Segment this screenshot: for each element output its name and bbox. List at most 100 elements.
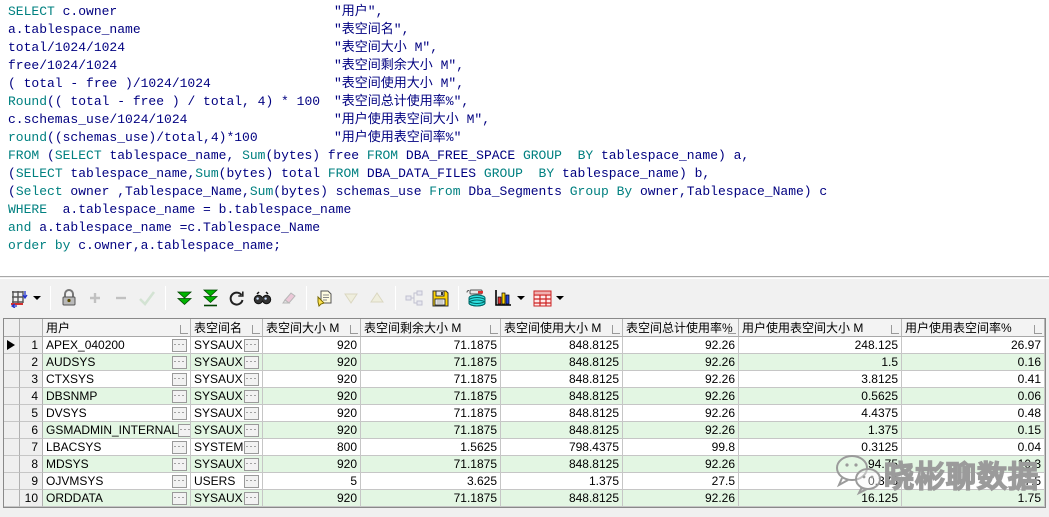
grid-cell[interactable]: 92.26 xyxy=(623,354,739,371)
sort-desc-button[interactable] xyxy=(339,286,363,310)
grid-customize-dropdown-caret-icon[interactable] xyxy=(33,296,41,300)
row-selector-cell[interactable] xyxy=(4,439,20,456)
grid-cell[interactable]: 920 xyxy=(263,354,361,371)
grid-cell[interactable]: 920 xyxy=(263,456,361,473)
column-header[interactable]: 表空间名 xyxy=(191,319,263,337)
grid-cell[interactable]: ORDDATA··· xyxy=(43,490,191,507)
column-resize-grip[interactable] xyxy=(891,325,899,334)
grid-cell[interactable]: 1.375 xyxy=(501,473,623,490)
grid-cell[interactable]: 5 xyxy=(263,473,361,490)
cell-ellipsis-button[interactable]: ··· xyxy=(172,492,187,505)
grid-cell[interactable]: 848.8125 xyxy=(501,337,623,354)
grid-cell[interactable]: SYSAUX··· xyxy=(191,388,263,405)
grid-cell[interactable]: 1.5 xyxy=(739,354,902,371)
grid-cell[interactable]: 248.125 xyxy=(739,337,902,354)
grid-cell[interactable]: 92.26 xyxy=(623,405,739,422)
column-header[interactable]: 用户 xyxy=(43,319,191,337)
grid-cell[interactable]: CTXSYS··· xyxy=(43,371,191,388)
grid-cell[interactable]: 848.8125 xyxy=(501,388,623,405)
grid-cell[interactable]: 920 xyxy=(263,371,361,388)
grid-cell[interactable]: APEX_040200··· xyxy=(43,337,191,354)
refresh-button[interactable] xyxy=(224,286,248,310)
row-selector-cell[interactable] xyxy=(4,337,20,354)
grid-cell[interactable]: 4.4375 xyxy=(739,405,902,422)
cell-ellipsis-button[interactable]: ··· xyxy=(172,458,187,471)
grid-cell[interactable]: 800 xyxy=(263,439,361,456)
grid-cell[interactable]: 920 xyxy=(263,405,361,422)
grid-cell[interactable]: SYSAUX··· xyxy=(191,490,263,507)
delete-record-button[interactable] xyxy=(109,286,133,310)
grid-cell[interactable]: AUDSYS··· xyxy=(43,354,191,371)
grid-cell[interactable]: 3.625 xyxy=(361,473,501,490)
grid-cell[interactable]: 920 xyxy=(263,388,361,405)
red-grid-dropdown-caret-icon[interactable] xyxy=(556,296,564,300)
grid-cell[interactable]: 0.3125 xyxy=(739,439,902,456)
table-row[interactable]: 8MDSYS···SYSAUX···92071.1875848.812592.2… xyxy=(4,456,1045,473)
grid-cell[interactable]: 71.1875 xyxy=(361,405,501,422)
add-record-button[interactable] xyxy=(83,286,107,310)
cell-ellipsis-button[interactable]: ··· xyxy=(172,390,187,403)
grid-cell[interactable]: 0.04 xyxy=(902,439,1045,456)
column-header[interactable]: 用户使用表空间率% xyxy=(902,319,1045,337)
column-resize-grip[interactable] xyxy=(612,325,620,334)
grid-customize-button[interactable] xyxy=(7,286,31,310)
grid-cell[interactable]: 94.75 xyxy=(739,456,902,473)
cell-ellipsis-button[interactable]: ··· xyxy=(178,424,191,437)
cell-ellipsis-button[interactable]: ··· xyxy=(244,339,259,352)
cell-ellipsis-button[interactable]: ··· xyxy=(244,492,259,505)
chart-button[interactable] xyxy=(491,286,515,310)
grid-cell[interactable]: DVSYS··· xyxy=(43,405,191,422)
table-row[interactable]: 9OJVMSYS···USERS···53.6251.37527.50.3757… xyxy=(4,473,1045,490)
grid-cell[interactable]: 26.97 xyxy=(902,337,1045,354)
grid-cell[interactable]: 92.26 xyxy=(623,371,739,388)
grid-cell[interactable]: SYSTEM··· xyxy=(191,439,263,456)
grid-cell[interactable]: 848.8125 xyxy=(501,456,623,473)
column-resize-grip[interactable] xyxy=(1034,325,1042,334)
grid-cell[interactable]: SYSAUX··· xyxy=(191,422,263,439)
table-row[interactable]: 1APEX_040200···SYSAUX···92071.1875848.81… xyxy=(4,337,1045,354)
column-resize-grip[interactable] xyxy=(180,325,188,334)
grid-cell[interactable]: 71.1875 xyxy=(361,371,501,388)
grid-cell[interactable]: GSMADMIN_INTERNAL··· xyxy=(43,422,191,439)
cell-ellipsis-button[interactable]: ··· xyxy=(244,407,259,420)
table-row[interactable]: 6GSMADMIN_INTERNAL···SYSAUX···92071.1875… xyxy=(4,422,1045,439)
column-header[interactable]: 表空间大小 M xyxy=(263,319,361,337)
row-selector-cell[interactable] xyxy=(4,354,20,371)
grid-cell[interactable]: 71.1875 xyxy=(361,456,501,473)
grid-cell[interactable]: 92.26 xyxy=(623,456,739,473)
grid-cell[interactable]: 71.1875 xyxy=(361,422,501,439)
grid-cell[interactable]: 3.8125 xyxy=(739,371,902,388)
grid-cell[interactable]: SYSAUX··· xyxy=(191,354,263,371)
red-grid-button[interactable] xyxy=(530,286,554,310)
grid-cell[interactable]: OJVMSYS··· xyxy=(43,473,191,490)
cell-ellipsis-button[interactable]: ··· xyxy=(244,373,259,386)
grid-cell[interactable]: 920 xyxy=(263,337,361,354)
grid-cell[interactable]: 0.41 xyxy=(902,371,1045,388)
grid-cell[interactable]: SYSAUX··· xyxy=(191,337,263,354)
grid-cell[interactable]: SYSAUX··· xyxy=(191,456,263,473)
column-resize-grip[interactable] xyxy=(728,325,736,334)
grid-cell[interactable]: SYSAUX··· xyxy=(191,371,263,388)
table-row[interactable]: 2AUDSYS···SYSAUX···92071.1875848.812592.… xyxy=(4,354,1045,371)
row-selector-cell[interactable] xyxy=(4,473,20,490)
grid-cell[interactable]: 1.75 xyxy=(902,490,1045,507)
grid-cell[interactable]: 848.8125 xyxy=(501,354,623,371)
grid-cell[interactable]: 798.4375 xyxy=(501,439,623,456)
grid-cell[interactable]: LBACSYS··· xyxy=(43,439,191,456)
grid-cell[interactable]: 71.1875 xyxy=(361,490,501,507)
cell-ellipsis-button[interactable]: ··· xyxy=(244,475,259,488)
cell-ellipsis-button[interactable]: ··· xyxy=(244,441,259,454)
grid-cell[interactable]: 10.3 xyxy=(902,456,1045,473)
grid-cell[interactable]: 848.8125 xyxy=(501,422,623,439)
grid-cell[interactable]: 0.16 xyxy=(902,354,1045,371)
tree-links-button[interactable] xyxy=(402,286,426,310)
grid-cell[interactable]: 920 xyxy=(263,490,361,507)
column-header[interactable]: 表空间剩余大小 M xyxy=(361,319,501,337)
row-selector-cell[interactable] xyxy=(4,456,20,473)
table-row[interactable]: 7LBACSYS···SYSTEM···8001.5625798.437599.… xyxy=(4,439,1045,456)
row-selector-cell[interactable] xyxy=(4,388,20,405)
grid-cell[interactable]: 0.48 xyxy=(902,405,1045,422)
grid-cell[interactable]: 1.5625 xyxy=(361,439,501,456)
cell-ellipsis-button[interactable]: ··· xyxy=(172,339,187,352)
cell-ellipsis-button[interactable]: ··· xyxy=(244,390,259,403)
